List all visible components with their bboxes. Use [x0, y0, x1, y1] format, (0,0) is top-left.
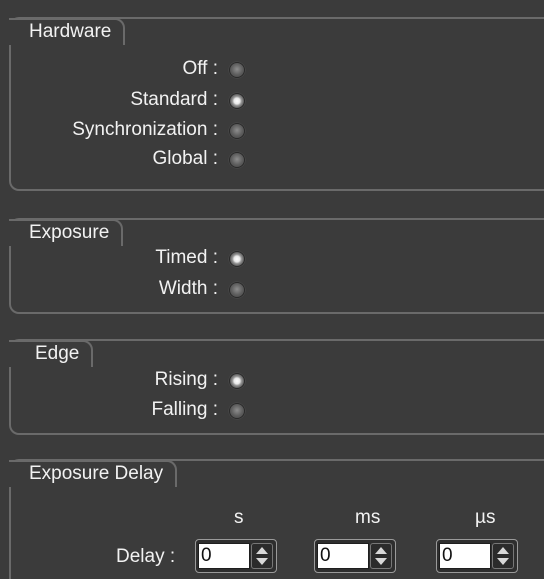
delay-seconds-spinbox[interactable] [195, 539, 277, 573]
radio-row-width[interactable]: Width : [0, 276, 260, 304]
unit-label-seconds: s [234, 507, 244, 528]
radio-row-standard[interactable]: Standard : [0, 87, 260, 115]
radio-button-rising[interactable] [229, 373, 245, 389]
radio-row-rising[interactable]: Rising : [0, 367, 260, 395]
radio-label-rising: Rising : [154, 369, 218, 390]
delay-milliseconds-input[interactable] [317, 543, 369, 569]
radio-button-falling[interactable] [229, 403, 245, 419]
radio-button-global[interactable] [229, 152, 245, 168]
edge-group-title: Edge [9, 340, 94, 367]
radio-row-falling[interactable]: Falling : [0, 397, 260, 425]
radio-button-off[interactable] [229, 62, 245, 78]
delay-microseconds-stepper[interactable] [492, 543, 514, 569]
radio-button-width[interactable] [229, 282, 245, 298]
delay-microseconds-input[interactable] [439, 543, 491, 569]
stepper-down-icon[interactable] [375, 558, 387, 565]
radio-label-global: Global : [152, 148, 218, 169]
radio-label-timed: Timed : [155, 247, 218, 268]
delay-seconds-input[interactable] [198, 543, 250, 569]
stepper-down-icon[interactable] [256, 558, 268, 565]
radio-label-falling: Falling : [151, 399, 218, 420]
delay-milliseconds-spinbox[interactable] [314, 539, 396, 573]
radio-button-timed[interactable] [229, 251, 245, 267]
radio-row-timed[interactable]: Timed : [0, 245, 260, 273]
stepper-up-icon[interactable] [375, 547, 387, 554]
radio-button-standard[interactable] [229, 93, 245, 109]
radio-label-off: Off : [182, 58, 218, 79]
unit-label-microseconds: µs [475, 507, 496, 528]
trigger-settings-panel: Hardware Off : Standard : Synchronizatio… [0, 0, 544, 579]
delay-label: Delay : [116, 546, 176, 567]
radio-label-synchronization: Synchronization : [72, 119, 218, 140]
exposure-delay-group-title: Exposure Delay [9, 460, 178, 487]
stepper-down-icon[interactable] [497, 558, 509, 565]
hardware-group-title: Hardware [9, 18, 126, 45]
radio-button-synchronization[interactable] [229, 123, 245, 139]
delay-microseconds-spinbox[interactable] [436, 539, 518, 573]
radio-row-synchronization[interactable]: Synchronization : [0, 117, 260, 145]
unit-label-milliseconds: ms [355, 507, 381, 528]
stepper-up-icon[interactable] [497, 547, 509, 554]
radio-row-global[interactable]: Global : [0, 146, 260, 174]
delay-seconds-stepper[interactable] [251, 543, 273, 569]
radio-label-standard: Standard : [130, 89, 218, 110]
delay-milliseconds-stepper[interactable] [370, 543, 392, 569]
radio-label-width: Width : [158, 278, 218, 299]
stepper-up-icon[interactable] [256, 547, 268, 554]
radio-row-off[interactable]: Off : [0, 56, 260, 84]
exposure-group-title: Exposure [9, 219, 124, 246]
